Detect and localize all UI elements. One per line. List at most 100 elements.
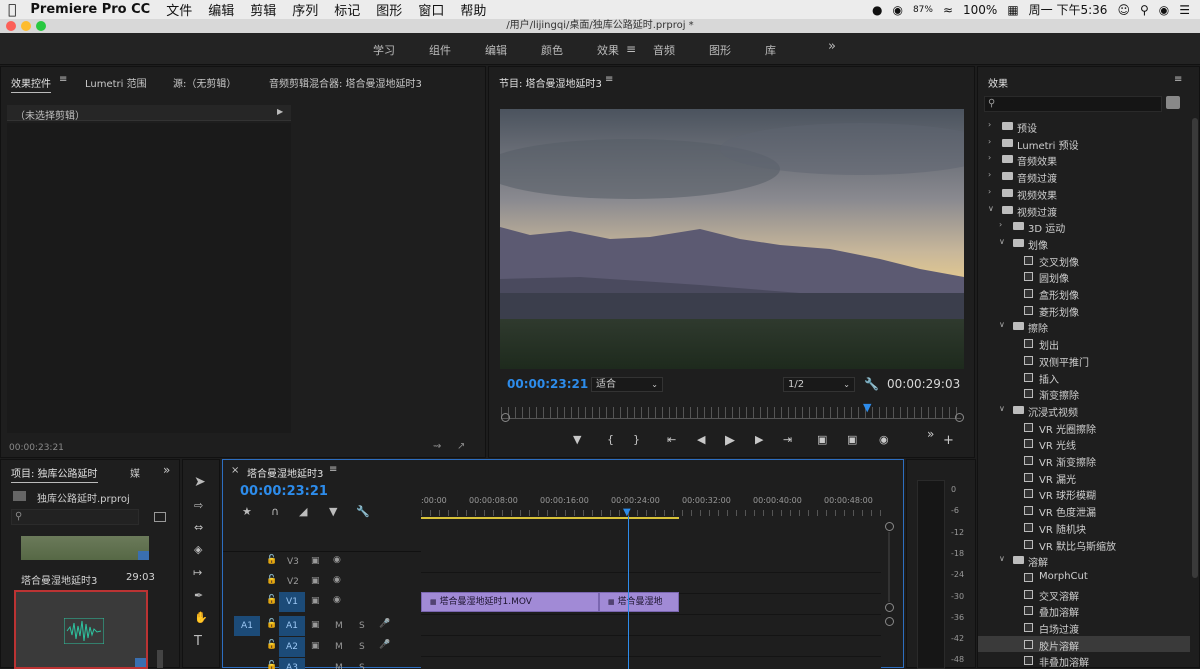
menu-graphics[interactable]: 图形 xyxy=(368,0,410,19)
effects-tree-item[interactable]: 渐变擦除 xyxy=(978,385,1190,402)
workspace-graphics[interactable]: 图形 xyxy=(709,42,731,58)
effects-tree-item[interactable]: › 音频效果 xyxy=(978,151,1190,168)
find-bin-icon[interactable] xyxy=(154,512,166,522)
effects-tree-item[interactable]: ∨ 擦除 xyxy=(978,318,1190,335)
work-area-bar[interactable] xyxy=(421,517,679,519)
effects-tree-item[interactable]: VR 色度泄漏 xyxy=(978,502,1190,519)
project-search-input[interactable]: ⚲ xyxy=(11,509,139,525)
program-time-ruler[interactable] xyxy=(501,407,961,419)
wechat-icon[interactable]: ◉ xyxy=(892,3,902,17)
type-tool-icon[interactable]: T xyxy=(194,635,202,648)
mark-in-icon[interactable]: { xyxy=(607,433,614,446)
program-video-frame[interactable] xyxy=(500,109,964,369)
tab-lumetri-scopes[interactable]: Lumetri 范围 xyxy=(85,75,147,90)
eye-icon[interactable]: ◉ xyxy=(333,595,341,605)
sync-lock-icon[interactable]: ▣ xyxy=(311,576,320,586)
effects-tree-item[interactable]: › Lumetri 预设 xyxy=(978,135,1190,152)
effects-tree-item[interactable]: VR 球形模糊 xyxy=(978,485,1190,502)
add-marker-icon[interactable]: ▼ xyxy=(573,433,581,446)
step-back-icon[interactable]: ◀ xyxy=(697,433,705,446)
lock-icon[interactable]: 🔓 xyxy=(266,575,277,585)
chevron-down-icon[interactable]: ∨ xyxy=(999,404,1005,413)
effects-tree-item[interactable]: 双侧平推门 xyxy=(978,352,1190,369)
chevron-right-icon[interactable]: › xyxy=(988,187,991,196)
eye-icon[interactable]: ◉ xyxy=(333,575,341,585)
workspace-learn[interactable]: 学习 xyxy=(373,42,395,58)
track-label[interactable]: V1 xyxy=(279,592,305,612)
siri-icon[interactable]: ◉ xyxy=(1159,3,1169,17)
chevron-right-icon[interactable]: › xyxy=(988,153,991,162)
scroll-handle[interactable] xyxy=(885,603,894,612)
menu-clip[interactable]: 剪辑 xyxy=(242,0,284,19)
effects-tree-item[interactable]: 叠加溶解 xyxy=(978,602,1190,619)
add-button-icon[interactable]: + xyxy=(943,433,954,448)
lock-icon[interactable]: 🔓 xyxy=(266,640,277,650)
menu-help[interactable]: 帮助 xyxy=(452,0,494,19)
effects-tree-item[interactable]: 划出 xyxy=(978,335,1190,352)
effects-tree-item[interactable]: 菱形划像 xyxy=(978,302,1190,319)
effects-tree-item[interactable]: 交叉溶解 xyxy=(978,586,1190,603)
timeline-timecode[interactable]: 00:00:23:21 xyxy=(240,484,328,499)
source-patch-a1[interactable]: A1 xyxy=(234,616,260,636)
effects-tree-item[interactable]: 非叠加溶解 xyxy=(978,652,1190,669)
notification-icon[interactable]: ● xyxy=(872,3,882,17)
menu-marker[interactable]: 标记 xyxy=(326,0,368,19)
scroll-handle[interactable] xyxy=(885,617,894,626)
effects-search-input[interactable]: ⚲ xyxy=(984,96,1162,112)
project-title[interactable]: 项目: 独库公路延时 xyxy=(11,465,98,483)
wifi-icon[interactable]: ≈ xyxy=(943,3,953,17)
eye-icon[interactable]: ◉ xyxy=(333,555,341,565)
program-menu-icon[interactable]: ≡ xyxy=(605,74,613,85)
effects-tree-item[interactable]: ∨ 沉浸式视频 xyxy=(978,402,1190,419)
chevron-right-icon[interactable]: › xyxy=(988,137,991,146)
panel-menu-icon[interactable]: ≡ xyxy=(59,74,67,85)
input-method-icon[interactable]: ▦ xyxy=(1007,3,1018,17)
effects-tree-item[interactable]: ∨ 划像 xyxy=(978,235,1190,252)
effects-tree-item[interactable]: ∨ 视频过渡 xyxy=(978,202,1190,219)
sequence-menu-icon[interactable]: ≡ xyxy=(329,464,337,475)
export-frame-icon[interactable]: ◉ xyxy=(879,433,889,446)
lock-icon[interactable]: 🔓 xyxy=(266,619,277,629)
slip-tool-icon[interactable]: ↦ xyxy=(193,567,202,578)
effects-scrollbar[interactable] xyxy=(1192,118,1198,578)
project-scrollbar[interactable] xyxy=(157,650,163,668)
workspace-effects[interactable]: 效果 xyxy=(597,42,619,58)
effects-tree-item[interactable]: ∨ 溶解 xyxy=(978,552,1190,569)
mute-button[interactable]: M xyxy=(335,642,343,652)
tab-media-browser[interactable]: 媒 xyxy=(130,465,140,480)
chevron-down-icon[interactable]: ∨ xyxy=(999,554,1005,563)
program-playhead-timecode[interactable]: 00:00:23:21 xyxy=(507,377,588,391)
chevron-down-icon[interactable]: ∨ xyxy=(988,204,994,213)
workspace-libraries[interactable]: 库 xyxy=(765,42,776,58)
hand-tool-icon[interactable]: ✋ xyxy=(194,612,208,623)
mark-out-icon[interactable]: } xyxy=(633,433,640,446)
workspace-more[interactable]: » xyxy=(828,39,836,54)
app-menu[interactable]: Premiere Pro CC xyxy=(24,2,158,17)
chevron-down-icon[interactable]: ∨ xyxy=(999,320,1005,329)
workspace-color[interactable]: 颜色 xyxy=(541,42,563,58)
effects-tree-item[interactable]: 插入 xyxy=(978,369,1190,386)
effects-tree-item[interactable]: VR 渐变擦除 xyxy=(978,452,1190,469)
step-forward-icon[interactable]: ▶ xyxy=(755,433,763,446)
menu-edit[interactable]: 编辑 xyxy=(200,0,242,19)
filter-icon[interactable]: ⇝ xyxy=(433,441,441,452)
mute-button[interactable]: M xyxy=(335,663,343,669)
export-icon[interactable]: ↗ xyxy=(457,441,465,452)
effects-tree-item[interactable]: › 视频效果 xyxy=(978,185,1190,202)
clock[interactable]: 周一 下午5:36 xyxy=(1029,1,1108,18)
video-clip-1[interactable]: ▦ 塔合曼湿地延时1.MOV xyxy=(421,592,599,612)
mute-button[interactable]: M xyxy=(335,621,343,631)
workspace-editing[interactable]: 编辑 xyxy=(485,42,507,58)
tab-source[interactable]: 源:（无剪辑） xyxy=(173,75,236,90)
track-select-tool-icon[interactable]: ⇨ xyxy=(194,500,203,511)
audio-clip-thumbnail[interactable] xyxy=(14,590,148,669)
apple-icon[interactable]:  xyxy=(0,2,24,18)
add-marker-icon[interactable]: ▼ xyxy=(329,506,337,517)
mic-icon[interactable]: 🎤 xyxy=(379,640,390,650)
close-sequence-icon[interactable]: × xyxy=(231,465,239,476)
effects-tree-item[interactable]: 白场过渡 xyxy=(978,619,1190,636)
timeline-vscroll[interactable] xyxy=(888,532,890,602)
effects-menu-icon[interactable]: ≡ xyxy=(1174,74,1182,85)
go-to-in-icon[interactable]: ⇤ xyxy=(667,433,676,446)
clip-thumbnail-top[interactable] xyxy=(21,536,149,560)
